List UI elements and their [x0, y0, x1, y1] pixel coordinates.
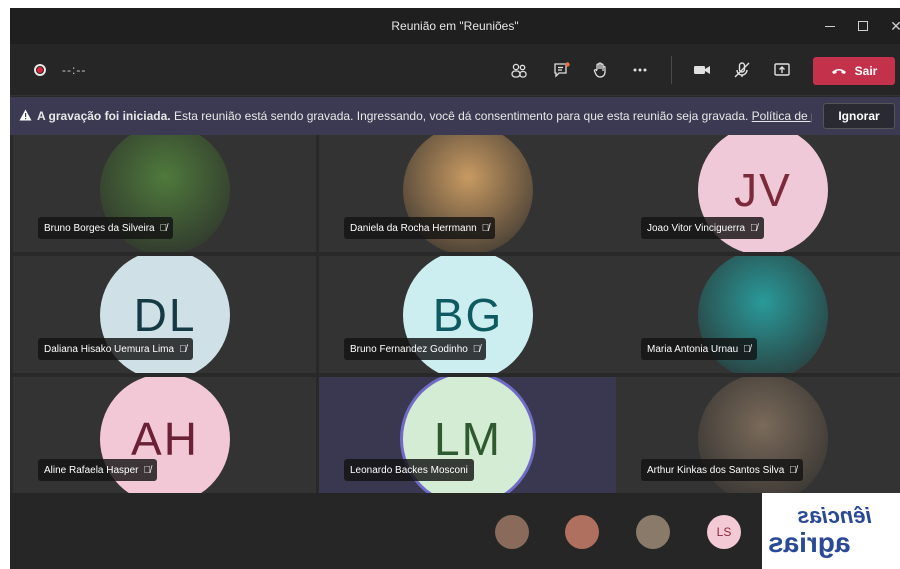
- participant-tile[interactable]: DL Daliana Hisako Uemura Lima 🎙̸: [13, 256, 316, 373]
- participant-name: Arthur Kinkas dos Santos Silva: [647, 464, 785, 476]
- participant-tile[interactable]: Arthur Kinkas dos Santos Silva 🎙̸: [616, 377, 900, 494]
- participant-nameplate: Maria Antonia Urnau 🎙̸: [641, 338, 757, 360]
- mic-off-icon: 🎙̸: [743, 343, 751, 355]
- phone-icon: [831, 69, 846, 74]
- roster-avatar[interactable]: LS: [707, 515, 741, 549]
- notice-bold-text: A gravação foi iniciada.: [37, 109, 171, 123]
- participant-nameplate: Arthur Kinkas dos Santos Silva 🎙̸: [641, 459, 803, 481]
- mic-toggle-button[interactable]: [730, 58, 754, 82]
- close-button[interactable]: ✕: [879, 8, 900, 44]
- roster-initials: LS: [716, 525, 732, 539]
- show-participants-button[interactable]: [507, 58, 531, 82]
- participant-nameplate: Aline Rafaela Hasper 🎙̸: [38, 459, 157, 481]
- participants-icon: [511, 63, 527, 78]
- video-grid: Bruno Borges da Silveira 🎙̸ Daniela da Ro…: [10, 135, 900, 494]
- maximize-button[interactable]: [846, 8, 880, 44]
- mic-off-icon: [734, 62, 750, 78]
- share-icon: [774, 63, 790, 76]
- meeting-controls: --:-- Sair: [10, 44, 900, 96]
- participant-name: Bruno Borges da Silveira: [44, 222, 155, 234]
- mic-off-icon: 🎙̸: [143, 464, 152, 476]
- participant-name: Maria Antonia Urnau: [647, 343, 739, 355]
- self-video-preview[interactable]: iências agrias: [762, 493, 900, 569]
- participant-name: Daliana Hisako Uemura Lima: [44, 343, 175, 355]
- participant-nameplate: Joao Vitor Vinciguerra 🎙̸: [641, 217, 764, 239]
- participant-tile[interactable]: Maria Antonia Urnau 🎙̸: [616, 256, 900, 373]
- dismiss-notice-button[interactable]: Ignorar: [823, 103, 895, 129]
- participant-initials: BG: [432, 289, 504, 341]
- warning-icon: [19, 109, 32, 124]
- meeting-timer: --:--: [62, 63, 87, 77]
- chat-icon: [554, 62, 570, 78]
- camera-toggle-button[interactable]: [690, 58, 714, 82]
- mic-off-icon: 🎙̸: [789, 464, 797, 476]
- participant-nameplate: Bruno Borges da Silveira 🎙̸: [38, 217, 174, 239]
- privacy-policy-link[interactable]: Política de pr...: [752, 109, 812, 123]
- teams-meeting-window: Reunião em "Reuniões" ✕ --:-- Sair A gra…: [10, 8, 900, 569]
- notice-text: A gravação foi iniciada. Esta reunião es…: [37, 109, 812, 123]
- recording-notice-banner: A gravação foi iniciada. Esta reunião es…: [10, 97, 900, 135]
- maximize-icon: [858, 21, 868, 31]
- selfview-logo-text: agrias: [768, 527, 851, 558]
- show-chat-button[interactable]: [550, 58, 574, 82]
- participant-name: Daniela da Rocha Herrmann: [350, 222, 477, 234]
- roster-avatar[interactable]: [565, 515, 599, 549]
- share-screen-button[interactable]: [770, 58, 794, 82]
- camera-icon: [694, 66, 710, 74]
- minimize-icon: [825, 25, 835, 27]
- more-icon: [633, 68, 647, 72]
- participant-name: Joao Vitor Vinciguerra: [647, 222, 746, 234]
- mic-off-icon: 🎙̸: [472, 343, 481, 355]
- minimize-button[interactable]: [813, 8, 847, 44]
- overflow-roster: LS iências agrias: [10, 493, 900, 569]
- participant-tile[interactable]: AH Aline Rafaela Hasper 🎙̸: [13, 377, 316, 494]
- mic-off-icon: 🎙̸: [159, 222, 168, 234]
- notice-body-text: Esta reunião está sendo gravada. Ingress…: [170, 109, 752, 123]
- title-bar: Reunião em "Reuniões" ✕: [10, 8, 900, 44]
- leave-meeting-button[interactable]: Sair: [813, 57, 895, 85]
- more-actions-button[interactable]: [628, 58, 652, 82]
- participant-initials: LM: [434, 413, 502, 465]
- participant-initials: DL: [133, 289, 197, 341]
- participant-nameplate: Daniela da Rocha Herrmann 🎙̸: [344, 217, 496, 239]
- participant-nameplate: Daliana Hisako Uemura Lima 🎙̸: [38, 338, 193, 360]
- participant-name: Bruno Fernandez Godinho: [350, 343, 468, 355]
- participant-tile-speaking[interactable]: LM Leonardo Backes Mosconi: [319, 377, 622, 494]
- participant-name: Leonardo Backes Mosconi: [350, 464, 468, 476]
- roster-avatar[interactable]: [636, 515, 670, 549]
- participant-tile[interactable]: JV Joao Vitor Vinciguerra 🎙̸: [616, 135, 900, 252]
- participant-initials: JV: [734, 164, 792, 216]
- mic-off-icon: 🎙̸: [179, 343, 187, 355]
- raise-hand-icon: [593, 62, 606, 78]
- toolbar-divider: [671, 56, 672, 84]
- mic-off-icon: 🎙̸: [750, 222, 758, 234]
- roster-avatar[interactable]: [495, 515, 529, 549]
- participant-tile[interactable]: Bruno Borges da Silveira 🎙̸: [13, 135, 316, 252]
- participant-nameplate: Bruno Fernandez Godinho 🎙̸: [344, 338, 487, 360]
- selfview-logo-text: iências: [797, 503, 872, 528]
- close-icon: ✕: [890, 17, 900, 34]
- leave-label: Sair: [854, 64, 878, 78]
- participant-initials: AH: [131, 413, 199, 465]
- mic-off-icon: 🎙̸: [481, 222, 490, 234]
- recording-icon: [34, 64, 46, 76]
- participant-nameplate: Leonardo Backes Mosconi: [344, 459, 474, 481]
- participant-tile[interactable]: Daniela da Rocha Herrmann 🎙̸: [319, 135, 622, 252]
- participant-tile[interactable]: BG Bruno Fernandez Godinho 🎙̸: [319, 256, 622, 373]
- raise-hand-button[interactable]: [588, 58, 612, 82]
- window-title: Reunião em "Reuniões": [391, 19, 519, 33]
- participant-name: Aline Rafaela Hasper: [44, 464, 139, 476]
